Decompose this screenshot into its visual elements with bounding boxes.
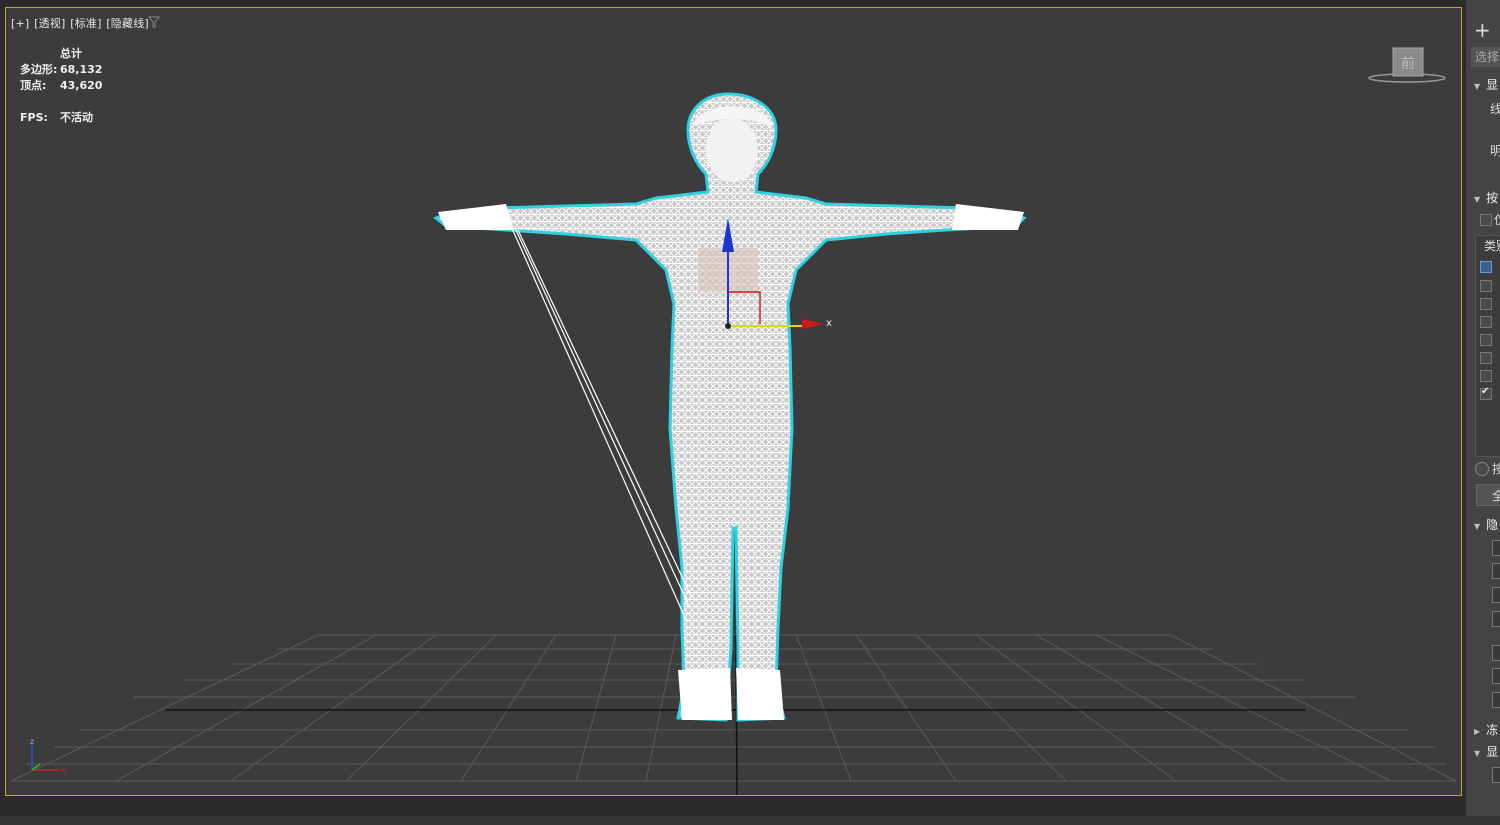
rollout-by-category[interactable]: ▼ 按	[1474, 189, 1498, 206]
axis-x-label: x	[61, 765, 66, 774]
select-field[interactable]: 选择	[1471, 47, 1500, 67]
stats-vertices-label: 顶点:	[20, 79, 47, 92]
viewcube-front-label[interactable]: 前	[1401, 55, 1415, 72]
viewport-standard-menu[interactable]: [标准]	[70, 17, 101, 30]
figure-face	[706, 118, 758, 182]
hide-option-5[interactable]	[1492, 645, 1500, 661]
rollout-display[interactable]: ▼ 显	[1474, 76, 1498, 93]
filter-icon[interactable]	[148, 16, 160, 28]
axis-z-label: z	[30, 738, 34, 746]
plus-icon[interactable]: +	[1474, 18, 1491, 42]
viewport-plus-menu[interactable]: [+]	[11, 17, 29, 30]
stats-vertices-value: 43,620	[60, 79, 103, 92]
category-checkbox-2[interactable]	[1480, 280, 1492, 292]
category-header: 类别	[1484, 239, 1500, 253]
all-button-label: 全	[1492, 489, 1500, 503]
rollout-freeze[interactable]: ▶ 冻	[1474, 721, 1498, 738]
gizmo-origin	[725, 323, 731, 329]
display-line-text: 线	[1490, 102, 1500, 116]
category-checkbox-3[interactable]	[1480, 298, 1492, 310]
stats-polygons-value: 68,132	[60, 63, 103, 76]
by-radio[interactable]	[1475, 462, 1489, 476]
category-checkbox-6[interactable]	[1480, 352, 1492, 364]
by-radio-label: 按	[1492, 462, 1500, 476]
hide-option-3[interactable]	[1492, 587, 1500, 603]
scene-canvas[interactable]: x	[6, 8, 1462, 796]
perspective-viewport[interactable]: x [+] [透视] [标准] [隐藏线] 总计 多边形: 68,132 顶点: 4…	[5, 7, 1462, 796]
command-panel: + 选择 ▼显 线 明 ▼按 仅 类别 按 全 ▼隐 ▶冻 ▼显	[1466, 0, 1500, 825]
stray-edges	[510, 225, 693, 621]
display-bright-text: 明	[1490, 144, 1500, 158]
figure-body	[433, 92, 1027, 722]
wireframe-figure[interactable]	[433, 92, 1027, 722]
gizmo-x-arrow[interactable]	[802, 319, 824, 329]
category-checkbox-8[interactable]	[1480, 386, 1492, 400]
viewport-shading-menu[interactable]: [隐藏线]	[106, 17, 149, 30]
viewport-statistics: 总计 多边形: 68,132 顶点: 43,620 FPS: 不活动	[20, 46, 102, 126]
hide-option-7[interactable]	[1492, 692, 1500, 708]
ground-grid	[10, 634, 1457, 782]
stats-fps-value: 不活动	[60, 111, 93, 124]
gizmo-x-label: x	[826, 318, 832, 329]
rollout-display-props[interactable]: ▼ 显	[1474, 743, 1498, 760]
category-checkbox-4[interactable]	[1480, 316, 1492, 328]
only-checkbox[interactable]	[1480, 214, 1492, 226]
category-checkbox-7[interactable]	[1480, 370, 1492, 382]
hide-option-2[interactable]	[1492, 563, 1500, 579]
hide-option-1[interactable]	[1492, 540, 1500, 556]
category-checkbox-5[interactable]	[1480, 334, 1492, 346]
hide-option-6[interactable]	[1492, 668, 1500, 684]
viewport-label-menu[interactable]: [+] [透视] [标准] [隐藏线]	[11, 15, 150, 31]
axis-tripod: z x	[30, 738, 66, 774]
category-checkbox-1[interactable]	[1480, 261, 1492, 273]
viewcube[interactable]: 前	[1368, 46, 1446, 86]
bottom-status-bar	[0, 816, 1500, 825]
hide-option-4[interactable]	[1492, 611, 1500, 627]
rollout-hide[interactable]: ▼ 隐	[1474, 516, 1498, 533]
stats-header: 总计	[60, 47, 82, 60]
grid-center-lines	[166, 634, 1306, 795]
stats-polygons-label: 多边形:	[20, 63, 58, 76]
viewport-view-menu[interactable]: [透视]	[34, 17, 65, 30]
display-prop-option-1[interactable]	[1492, 767, 1500, 783]
only-label: 仅	[1494, 211, 1500, 228]
stats-fps-label: FPS:	[20, 111, 48, 124]
